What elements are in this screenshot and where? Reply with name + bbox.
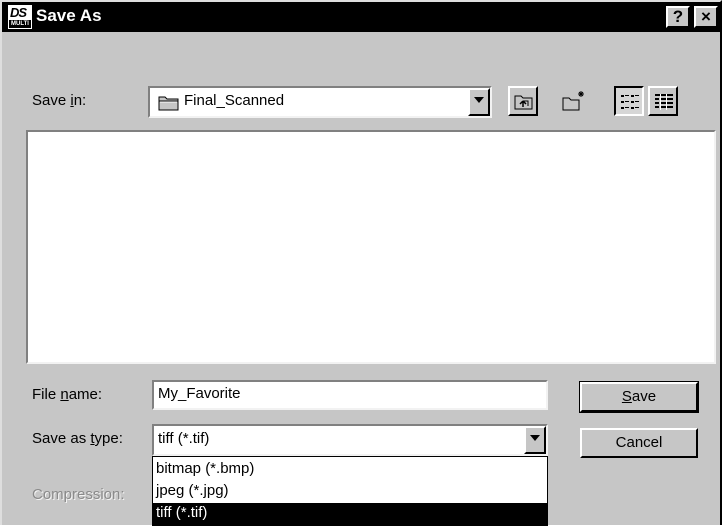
file-list[interactable] (26, 130, 716, 364)
save-as-type-label-pre: Save as (32, 430, 91, 447)
list-view-icon (621, 95, 639, 109)
save-as-type-list[interactable]: bitmap (*.bmp) jpeg (*.jpg) tiff (*.tif) (152, 456, 548, 526)
save-in-combo[interactable]: Final_Scanned (148, 86, 492, 118)
save-in-label-post: n: (73, 92, 87, 109)
app-icon: DS MULTI (8, 5, 32, 29)
list-item[interactable]: bitmap (*.bmp) (153, 459, 547, 481)
list-view-button[interactable] (614, 86, 644, 116)
close-button[interactable]: × (694, 6, 718, 28)
save-as-type-dropdown-button[interactable] (524, 426, 546, 454)
up-one-level-button[interactable] (508, 86, 538, 116)
file-name-input[interactable]: My_Favorite (152, 380, 548, 410)
file-name-label-accel: n (60, 386, 69, 403)
help-button[interactable]: ? (666, 6, 690, 28)
title-bar[interactable]: DS MULTI Save As ? × (2, 2, 720, 32)
folder-icon (158, 96, 179, 111)
cancel-button[interactable]: Cancel (580, 428, 698, 458)
file-name-label-pre: File (32, 386, 61, 403)
save-in-label-pre: Save (32, 92, 71, 109)
save-in-label: Save in: (32, 92, 86, 109)
file-name-label: File name: (32, 386, 102, 403)
save-as-type-label: Save as type: (32, 430, 123, 447)
app-icon-subtext: MULTI (9, 20, 31, 28)
chevron-down-icon (474, 97, 484, 103)
save-in-dropdown-button[interactable] (468, 88, 490, 116)
save-button-label: ave (631, 388, 657, 405)
help-icon: ? (672, 7, 684, 26)
file-name-value: My_Favorite (158, 385, 241, 402)
chevron-down-icon (530, 435, 540, 441)
close-icon: × (701, 7, 711, 26)
save-as-type-label-post: ype: (94, 430, 123, 447)
compression-label: Compression: (32, 486, 125, 503)
up-folder-icon (514, 95, 533, 110)
save-as-type-value: tiff (*.tif) (158, 430, 210, 447)
save-as-dialog: DS MULTI Save As ? × Save in: Final_Scan… (0, 0, 722, 526)
window-title: Save As (36, 6, 102, 25)
list-item-selected[interactable]: tiff (*.tif) (153, 503, 547, 525)
save-in-value: Final_Scanned (184, 92, 285, 109)
new-folder-icon (562, 91, 584, 111)
save-as-type-combo[interactable]: tiff (*.tif) (152, 424, 548, 456)
details-view-button[interactable] (648, 86, 678, 116)
details-view-icon (655, 94, 673, 110)
save-button[interactable]: Save (579, 381, 699, 413)
app-icon-text: DS (10, 5, 27, 20)
create-new-folder-button[interactable] (558, 86, 588, 116)
save-button-accel: S (621, 388, 632, 405)
file-name-label-post: ame: (68, 386, 103, 403)
list-item[interactable]: jpeg (*.jpg) (153, 481, 547, 503)
